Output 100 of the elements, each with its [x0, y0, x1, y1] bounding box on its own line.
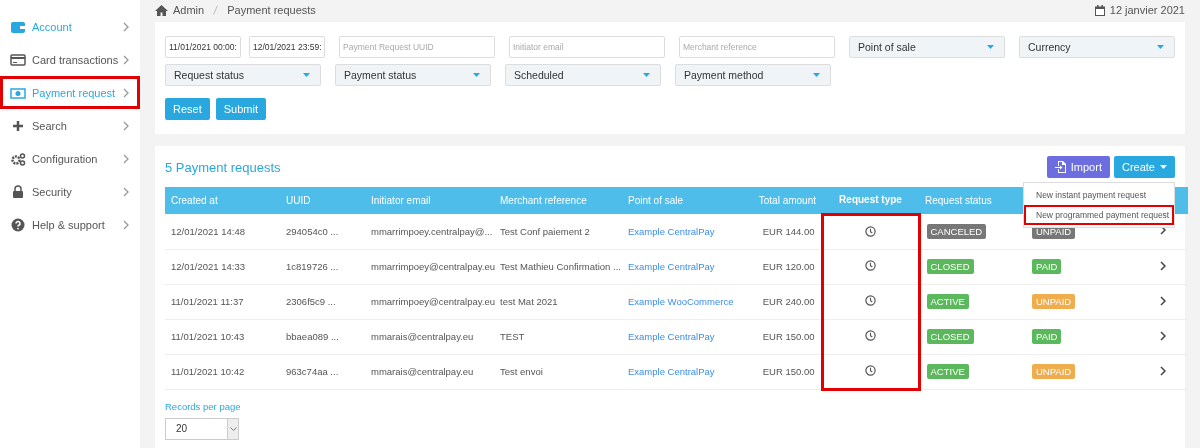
chevron-right-icon[interactable]	[1160, 260, 1166, 271]
text-field[interactable]: Payment Request UUID	[339, 36, 495, 58]
chevron-right-icon	[123, 186, 129, 197]
chevron-right-icon	[123, 153, 129, 164]
email-cell: mmarrimpoey.centralpay@...	[371, 225, 493, 237]
amount-cell: EUR 150.00	[762, 366, 815, 377]
reference-cell: TEST	[500, 331, 525, 342]
uuid-cell: 1c819726 ...	[286, 261, 339, 272]
point-of-sale-link[interactable]: Example CentralPay	[628, 225, 715, 237]
chevron-down-icon	[229, 426, 237, 431]
column-header: Total amount	[750, 187, 822, 214]
caret-icon	[1157, 45, 1164, 49]
point-of-sale-link[interactable]: Example WooCommerce	[628, 296, 734, 307]
column-header: Merchant reference	[494, 187, 622, 214]
email-cell: mmarrimpoey@centralpay.eu	[371, 261, 496, 272]
reference-cell: Test Conf paiement 2	[500, 225, 590, 237]
menu-item[interactable]: New instant payment request	[1024, 185, 1174, 205]
date-cell: 11/01/2021 10:43	[171, 331, 245, 342]
import-button[interactable]: Import	[1046, 156, 1110, 178]
dropdown[interactable]: Payment method	[675, 64, 831, 86]
chevron-right-icon	[123, 21, 129, 32]
breadcrumb-separator-icon	[213, 5, 219, 15]
status-badge: UNPAID	[1032, 364, 1076, 379]
sidebar-item[interactable]: Security	[0, 175, 140, 208]
text-field[interactable]: Merchant reference	[679, 36, 835, 58]
file-import-icon	[1054, 161, 1066, 173]
menu-item[interactable]: New programmed payment request	[1024, 205, 1174, 225]
chevron-right-icon[interactable]	[1160, 225, 1166, 236]
calendar-icon	[1094, 4, 1105, 16]
amount-cell: EUR 150.00	[762, 331, 815, 342]
date-cell: 11/01/2021 10:42	[171, 366, 245, 377]
chevron-right-icon	[123, 219, 129, 230]
date-field[interactable]: 12/01/2021 23:59:	[249, 36, 325, 58]
date-cell: 11/01/2021 11:37	[171, 296, 244, 307]
chevron-right-icon[interactable]	[1160, 330, 1166, 341]
text-field[interactable]: Initiator email	[509, 36, 665, 58]
plus-icon	[10, 118, 26, 133]
status-badge: ACTIVE	[926, 364, 969, 379]
caret-icon	[1160, 165, 1167, 169]
clock-icon	[865, 364, 876, 376]
page-size-dropdown[interactable]: 20	[165, 417, 239, 440]
dropdown[interactable]: Point of sale	[849, 36, 1005, 58]
clock-icon	[865, 295, 876, 306]
status-badge: CANCELED	[926, 223, 987, 239]
caret-icon	[303, 73, 310, 77]
chevron-right-icon	[123, 120, 129, 131]
banknote-icon	[10, 85, 26, 100]
wallet-icon	[10, 19, 26, 34]
uuid-cell: 294054c0 ...	[286, 225, 339, 237]
caret-icon	[813, 73, 820, 77]
status-badge: PAID	[1032, 259, 1062, 274]
clock-icon	[865, 225, 876, 237]
email-cell: mmarais@centralpay.eu	[371, 366, 474, 377]
column-header: Request type	[822, 187, 919, 214]
point-of-sale-link[interactable]: Example CentralPay	[628, 261, 715, 272]
reference-cell: Test Mathieu Confirmation ...	[500, 261, 621, 272]
uuid-cell: 2306f5c9 ...	[286, 296, 336, 307]
status-badge: ACTIVE	[926, 294, 969, 309]
point-of-sale-link[interactable]: Example CentralPay	[628, 331, 715, 342]
status-badge: UNPAID	[1032, 294, 1076, 309]
sidebar-item[interactable]: Help & support	[0, 208, 140, 241]
help-icon	[10, 217, 26, 232]
caret-icon	[473, 73, 480, 77]
column-header: Point of sale	[622, 187, 750, 214]
date-cell: 12/01/2021 14:48	[171, 225, 245, 237]
breadcrumb-link[interactable]: Admin	[173, 4, 205, 16]
chevron-right-icon[interactable]	[1160, 295, 1166, 306]
records-per-page-label: Records per page	[165, 400, 242, 412]
dropdown[interactable]: Request status	[165, 64, 321, 86]
lock-icon	[10, 184, 26, 199]
breadcrumb-current: Payment requests	[227, 4, 316, 16]
date-field[interactable]: 11/01/2021 00:00:	[165, 36, 241, 58]
chevron-right-icon[interactable]	[1160, 365, 1166, 376]
column-header: Request status	[919, 187, 1026, 214]
dropdown[interactable]: Currency	[1019, 36, 1175, 58]
reference-cell: test Mat 2021	[500, 296, 558, 307]
uuid-cell: 963c74aa ...	[286, 366, 339, 377]
reference-cell: Test envoi	[500, 366, 543, 377]
email-cell: mmarais@centralpay.eu	[371, 331, 474, 342]
amount-cell: EUR 144.00	[762, 225, 815, 237]
amount-cell: EUR 120.00	[762, 261, 815, 272]
amount-cell: EUR 240.00	[762, 296, 815, 307]
current-date: 12 janvier 2021	[1109, 4, 1185, 16]
sidebar-item[interactable]: Search	[0, 109, 140, 142]
dropdown[interactable]: Scheduled	[505, 64, 661, 86]
caret-icon	[643, 73, 650, 77]
status-badge: CLOSED	[926, 329, 974, 344]
credit-card-icon	[10, 52, 26, 67]
point-of-sale-link[interactable]: Example CentralPay	[628, 366, 715, 377]
sidebar-item[interactable]: Card transactions	[0, 43, 140, 76]
email-cell: mmarrimpoey@centralpay.eu	[371, 296, 496, 307]
column-header: UUID	[280, 187, 365, 214]
caret-icon	[987, 45, 994, 49]
list-title: 5 Payment requests	[165, 159, 281, 175]
sidebar-item[interactable]: Configuration	[0, 142, 140, 175]
dropdown[interactable]: Payment status	[335, 64, 491, 86]
column-header: Created at	[165, 187, 280, 214]
status-badge: CLOSED	[926, 259, 974, 274]
clock-icon	[865, 330, 876, 341]
chevron-right-icon	[123, 87, 129, 98]
